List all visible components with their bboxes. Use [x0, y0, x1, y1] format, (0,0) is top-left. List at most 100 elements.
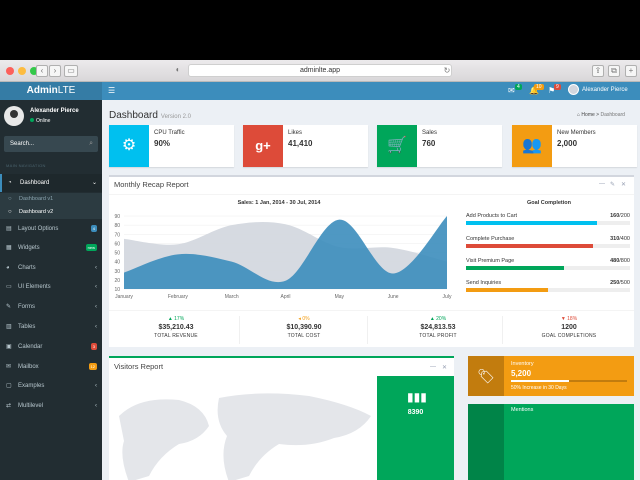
- reload-icon[interactable]: ↻: [441, 66, 453, 78]
- stat-label: TOTAL REVENUE: [154, 333, 198, 339]
- goal-value: 480/800: [610, 258, 630, 264]
- map-land-eurasia-africa: [217, 393, 371, 480]
- close-icon[interactable]: ✕: [442, 364, 447, 371]
- sidebar-item-ui-elements[interactable]: ▭ UI Elements ‹: [0, 278, 102, 296]
- visitors-title: Visitors Report: [114, 362, 164, 371]
- y-tick-label: 40: [114, 260, 120, 266]
- sidebar-subitem-label: Dashboard v2: [19, 209, 54, 215]
- app-logo[interactable]: AdminLTE: [0, 82, 102, 100]
- share-icon: ⇄: [6, 403, 12, 409]
- visitors-stat-panel: ▮▮▮ 8390: [377, 376, 454, 480]
- collapse-icon[interactable]: —: [599, 181, 605, 187]
- stat-percentage: ▲ 17%: [167, 316, 185, 322]
- notifications-badge: 10: [534, 84, 544, 90]
- wrench-icon[interactable]: ✎: [610, 181, 615, 188]
- sidebar-toggle-icon[interactable]: ▭: [64, 65, 78, 77]
- x-tick-label: June: [388, 294, 399, 300]
- url-bar[interactable]: adminlte.app: [188, 64, 452, 77]
- x-tick-label: May: [335, 294, 345, 300]
- sidebar-subitem-dashboard-v2[interactable]: ○ Dashboard v2: [0, 206, 102, 219]
- breadcrumb-home[interactable]: Home: [581, 112, 594, 118]
- chevron-left-icon: ‹: [95, 324, 97, 330]
- search-icon[interactable]: ⌕: [89, 136, 93, 152]
- collapse-icon[interactable]: —: [430, 364, 436, 370]
- page-title: Dashboard Version 2.0: [109, 110, 191, 121]
- x-tick-label: July: [443, 294, 452, 300]
- search-placeholder: Search...: [10, 141, 35, 147]
- world-map[interactable]: [109, 386, 377, 480]
- info-box-label: New Members: [557, 130, 596, 136]
- sidebar-item-label: Charts: [18, 265, 36, 271]
- forward-icon[interactable]: ›: [49, 65, 61, 77]
- logo-rest: LTE: [57, 85, 76, 96]
- circle-icon: ○: [8, 196, 12, 202]
- goal-count: 310: [610, 236, 620, 242]
- sidebar-item-label: Tables: [18, 324, 36, 330]
- info-box-value: 2,000: [557, 139, 578, 148]
- envelope-icon: ✉: [6, 364, 12, 370]
- sidebar-search-input[interactable]: Search... ⌕: [4, 136, 98, 152]
- share-icon[interactable]: ⇪: [592, 65, 604, 77]
- chevron-left-icon: ‹: [95, 304, 97, 310]
- envelope-icon[interactable]: ✉: [508, 86, 515, 95]
- chart-title: Sales: 1 Jan, 2014 - 30 Jul, 2014: [237, 200, 321, 206]
- stat-amount: $35,210.43: [158, 324, 194, 331]
- breadcrumb-current: Dashboard: [600, 112, 625, 118]
- stat-total-revenue: ▲ 17% $35,210.43 TOTAL REVENUE: [112, 316, 240, 339]
- sidebar-item-multilevel[interactable]: ⇄ Multilevel ‹: [0, 397, 102, 415]
- x-axis-ticks: January February March April May June July: [115, 294, 452, 300]
- minimize-window-button[interactable]: [18, 67, 26, 75]
- info-box-label: Sales: [422, 130, 438, 136]
- sidebar-item-forms[interactable]: ✎ Forms ‹: [0, 298, 102, 316]
- sidebar-subitem-dashboard-v1[interactable]: ○ Dashboard v1: [0, 193, 102, 206]
- sidebar-item-layout-options[interactable]: ▤ Layout Options 4: [0, 220, 102, 238]
- sidebar-item-dashboard[interactable]: ◔ Dashboard ⌄: [0, 174, 102, 192]
- tasks-badge: 9: [554, 84, 561, 90]
- mailbox-badge: 12: [88, 363, 97, 370]
- stat-amount: $10,390.90: [286, 324, 322, 331]
- x-tick-label: March: [225, 294, 239, 300]
- privacy-icon[interactable]: ◐: [172, 65, 184, 77]
- sidebar-item-label: Layout Options: [18, 226, 59, 232]
- sidebar: Alexander Pierce Online Search... ⌕ MAIN …: [0, 100, 102, 480]
- goal-completion-title: Goal Completion: [527, 200, 571, 206]
- info-box-label: Likes: [288, 130, 303, 136]
- close-icon[interactable]: ✕: [621, 181, 626, 188]
- y-axis-ticks: 90 80 70 60 50 40 30 20 10: [114, 214, 120, 293]
- user-menu[interactable]: Alexander Pierce: [568, 84, 628, 97]
- goal-total: /800: [619, 258, 630, 264]
- stat-percentage: ▼ 18%: [560, 316, 578, 322]
- divider: [367, 316, 368, 344]
- sidebar-item-examples[interactable]: ▢ Examples ‹: [0, 377, 102, 395]
- back-icon[interactable]: ‹: [36, 65, 48, 77]
- widgets-badge: new: [85, 244, 97, 251]
- sidebar-item-label: Dashboard: [20, 180, 50, 186]
- logo-bold: Admin: [26, 85, 58, 96]
- inventory-label: Inventory: [511, 361, 534, 367]
- hamburger-icon[interactable]: ☰: [108, 86, 115, 95]
- th-icon: ▦: [6, 245, 12, 251]
- close-window-button[interactable]: [6, 67, 14, 75]
- tabs-icon[interactable]: ⧉: [608, 65, 620, 77]
- sidebar-item-widgets[interactable]: ▦ Widgets new: [0, 239, 102, 257]
- top-navbar: ☰ ✉ 4 🔔 10 ⚑ 9 Alexander Pierce: [102, 82, 640, 100]
- goal-count: 160: [610, 213, 620, 219]
- laptop-icon: ▭: [6, 284, 12, 290]
- goal-progress-track: [466, 288, 630, 292]
- shopping-cart-icon: 🛒: [377, 125, 417, 167]
- new-tab-icon[interactable]: +: [625, 65, 637, 77]
- sidebar-item-mailbox[interactable]: ✉ Mailbox 12: [0, 358, 102, 376]
- sidebar-item-calendar[interactable]: ▣ Calendar 3: [0, 338, 102, 356]
- layout-badge: 4: [90, 225, 97, 232]
- user-name: Alexander Pierce: [582, 87, 628, 94]
- goal-value: 310/400: [610, 236, 630, 242]
- stat-label: TOTAL COST: [287, 333, 321, 339]
- status-text: Online: [36, 118, 51, 124]
- info-box-value: 90%: [154, 139, 171, 148]
- sidebar-item-charts[interactable]: ◕ Charts ‹: [0, 259, 102, 277]
- sidebar-subitem-label: Dashboard v1: [19, 196, 54, 202]
- sidebar-item-tables[interactable]: ▥ Tables ‹: [0, 318, 102, 336]
- inventory-progress-track: [511, 380, 627, 382]
- y-tick-label: 70: [114, 232, 120, 238]
- y-tick-label: 20: [114, 278, 120, 284]
